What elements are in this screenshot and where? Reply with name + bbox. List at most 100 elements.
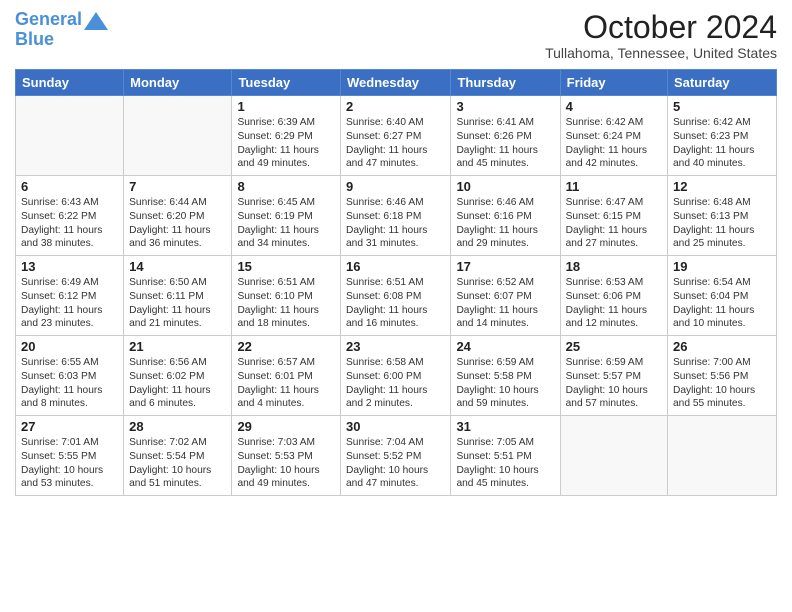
day-number: 24	[456, 339, 554, 354]
day-number: 25	[566, 339, 662, 354]
month-title: October 2024	[545, 10, 777, 45]
day-info: Sunrise: 6:45 AM Sunset: 6:19 PM Dayligh…	[237, 196, 335, 251]
calendar-cell: 28 Sunrise: 7:02 AM Sunset: 5:54 PM Dayli…	[124, 416, 232, 496]
calendar-cell: 4Sunrise: 6:42 AM Sunset: 6:24 PM Daylig…	[560, 96, 667, 176]
day-info: Sunrise: 6:55 AM Sunset: 6:03 PM Dayligh…	[21, 356, 118, 411]
calendar-cell: 30 Sunrise: 7:04 AM Sunset: 5:52 PM Dayli…	[341, 416, 451, 496]
day-info: Sunrise: 6:51 AM Sunset: 6:08 PM Dayligh…	[346, 276, 445, 331]
calendar-cell: 29 Sunrise: 7:03 AM Sunset: 5:53 PM Dayli…	[232, 416, 341, 496]
day-number: 14	[129, 259, 226, 274]
calendar: Sunday Monday Tuesday Wednesday Thursday…	[15, 69, 777, 496]
calendar-header-row: Sunday Monday Tuesday Wednesday Thursday…	[16, 70, 777, 96]
col-wednesday: Wednesday	[341, 70, 451, 96]
day-number: 12	[673, 179, 771, 194]
day-info: Sunrise: 6:51 AM Sunset: 6:10 PM Dayligh…	[237, 276, 335, 331]
calendar-week-2: 13Sunrise: 6:49 AM Sunset: 6:12 PM Dayli…	[16, 256, 777, 336]
calendar-cell: 15 Sunrise: 6:51 AM Sunset: 6:10 PM Dayli…	[232, 256, 341, 336]
day-info: Sunrise: 7:03 AM Sunset: 5:53 PM Dayligh…	[237, 436, 335, 491]
location: Tullahoma, Tennessee, United States	[545, 45, 777, 61]
day-info: Sunrise: 6:52 AM Sunset: 6:07 PM Dayligh…	[456, 276, 554, 331]
day-number: 30	[346, 419, 445, 434]
calendar-cell	[16, 96, 124, 176]
calendar-cell: 18 Sunrise: 6:53 AM Sunset: 6:06 PM Dayli…	[560, 256, 667, 336]
calendar-cell: 11 Sunrise: 6:47 AM Sunset: 6:15 PM Dayli…	[560, 176, 667, 256]
calendar-cell: 6 Sunrise: 6:43 AM Sunset: 6:22 PM Daylig…	[16, 176, 124, 256]
day-number: 27	[21, 419, 118, 434]
calendar-cell: 7Sunrise: 6:44 AM Sunset: 6:20 PM Daylig…	[124, 176, 232, 256]
calendar-cell: 1Sunrise: 6:39 AM Sunset: 6:29 PM Daylig…	[232, 96, 341, 176]
day-number: 26	[673, 339, 771, 354]
calendar-cell: 8 Sunrise: 6:45 AM Sunset: 6:19 PM Daylig…	[232, 176, 341, 256]
col-thursday: Thursday	[451, 70, 560, 96]
day-number: 6	[21, 179, 118, 194]
title-block: October 2024 Tullahoma, Tennessee, Unite…	[545, 10, 777, 61]
day-info: Sunrise: 6:41 AM Sunset: 6:26 PM Dayligh…	[456, 116, 554, 171]
calendar-cell: 12 Sunrise: 6:48 AM Sunset: 6:13 PM Dayli…	[668, 176, 777, 256]
calendar-cell: 2 Sunrise: 6:40 AM Sunset: 6:27 PM Daylig…	[341, 96, 451, 176]
calendar-cell: 31Sunrise: 7:05 AM Sunset: 5:51 PM Dayli…	[451, 416, 560, 496]
day-info: Sunrise: 6:39 AM Sunset: 6:29 PM Dayligh…	[237, 116, 335, 171]
day-number: 11	[566, 179, 662, 194]
day-info: Sunrise: 6:44 AM Sunset: 6:20 PM Dayligh…	[129, 196, 226, 251]
day-info: Sunrise: 6:42 AM Sunset: 6:23 PM Dayligh…	[673, 116, 771, 171]
calendar-cell: 16 Sunrise: 6:51 AM Sunset: 6:08 PM Dayli…	[341, 256, 451, 336]
day-number: 3	[456, 99, 554, 114]
calendar-cell: 17 Sunrise: 6:52 AM Sunset: 6:07 PM Dayli…	[451, 256, 560, 336]
calendar-cell: 20 Sunrise: 6:55 AM Sunset: 6:03 PM Dayli…	[16, 336, 124, 416]
day-info: Sunrise: 7:01 AM Sunset: 5:55 PM Dayligh…	[21, 436, 118, 491]
col-friday: Friday	[560, 70, 667, 96]
calendar-cell: 25Sunrise: 6:59 AM Sunset: 5:57 PM Dayli…	[560, 336, 667, 416]
day-number: 29	[237, 419, 335, 434]
calendar-cell: 10Sunrise: 6:46 AM Sunset: 6:16 PM Dayli…	[451, 176, 560, 256]
col-tuesday: Tuesday	[232, 70, 341, 96]
day-info: Sunrise: 6:48 AM Sunset: 6:13 PM Dayligh…	[673, 196, 771, 251]
calendar-cell: 23 Sunrise: 6:58 AM Sunset: 6:00 PM Dayli…	[341, 336, 451, 416]
day-info: Sunrise: 6:58 AM Sunset: 6:00 PM Dayligh…	[346, 356, 445, 411]
day-number: 16	[346, 259, 445, 274]
day-number: 28	[129, 419, 226, 434]
calendar-week-1: 6 Sunrise: 6:43 AM Sunset: 6:22 PM Daylig…	[16, 176, 777, 256]
day-number: 8	[237, 179, 335, 194]
day-number: 17	[456, 259, 554, 274]
day-info: Sunrise: 6:40 AM Sunset: 6:27 PM Dayligh…	[346, 116, 445, 171]
col-sunday: Sunday	[16, 70, 124, 96]
day-info: Sunrise: 6:53 AM Sunset: 6:06 PM Dayligh…	[566, 276, 662, 331]
day-info: Sunrise: 7:04 AM Sunset: 5:52 PM Dayligh…	[346, 436, 445, 491]
day-info: Sunrise: 6:56 AM Sunset: 6:02 PM Dayligh…	[129, 356, 226, 411]
day-number: 15	[237, 259, 335, 274]
col-monday: Monday	[124, 70, 232, 96]
day-number: 20	[21, 339, 118, 354]
logo-general: General	[15, 9, 82, 29]
calendar-cell	[124, 96, 232, 176]
day-number: 19	[673, 259, 771, 274]
day-number: 9	[346, 179, 445, 194]
calendar-cell: 19 Sunrise: 6:54 AM Sunset: 6:04 PM Dayli…	[668, 256, 777, 336]
day-info: Sunrise: 6:50 AM Sunset: 6:11 PM Dayligh…	[129, 276, 226, 331]
calendar-week-0: 1Sunrise: 6:39 AM Sunset: 6:29 PM Daylig…	[16, 96, 777, 176]
day-info: Sunrise: 6:46 AM Sunset: 6:16 PM Dayligh…	[456, 196, 554, 251]
day-number: 4	[566, 99, 662, 114]
day-number: 23	[346, 339, 445, 354]
day-info: Sunrise: 6:47 AM Sunset: 6:15 PM Dayligh…	[566, 196, 662, 251]
day-info: Sunrise: 6:57 AM Sunset: 6:01 PM Dayligh…	[237, 356, 335, 411]
day-number: 18	[566, 259, 662, 274]
day-number: 31	[456, 419, 554, 434]
day-number: 2	[346, 99, 445, 114]
calendar-cell: 24Sunrise: 6:59 AM Sunset: 5:58 PM Dayli…	[451, 336, 560, 416]
logo-blue: Blue	[15, 29, 54, 49]
day-number: 21	[129, 339, 226, 354]
calendar-cell	[560, 416, 667, 496]
day-info: Sunrise: 7:02 AM Sunset: 5:54 PM Dayligh…	[129, 436, 226, 491]
day-info: Sunrise: 6:54 AM Sunset: 6:04 PM Dayligh…	[673, 276, 771, 331]
day-info: Sunrise: 6:43 AM Sunset: 6:22 PM Dayligh…	[21, 196, 118, 251]
calendar-week-4: 27 Sunrise: 7:01 AM Sunset: 5:55 PM Dayli…	[16, 416, 777, 496]
calendar-cell: 27 Sunrise: 7:01 AM Sunset: 5:55 PM Dayli…	[16, 416, 124, 496]
logo-text: General Blue	[15, 10, 82, 50]
day-number: 22	[237, 339, 335, 354]
logo: General Blue	[15, 10, 108, 50]
day-number: 13	[21, 259, 118, 274]
calendar-cell: 22 Sunrise: 6:57 AM Sunset: 6:01 PM Dayli…	[232, 336, 341, 416]
calendar-cell: 13Sunrise: 6:49 AM Sunset: 6:12 PM Dayli…	[16, 256, 124, 336]
logo-icon	[84, 12, 108, 30]
day-number: 5	[673, 99, 771, 114]
